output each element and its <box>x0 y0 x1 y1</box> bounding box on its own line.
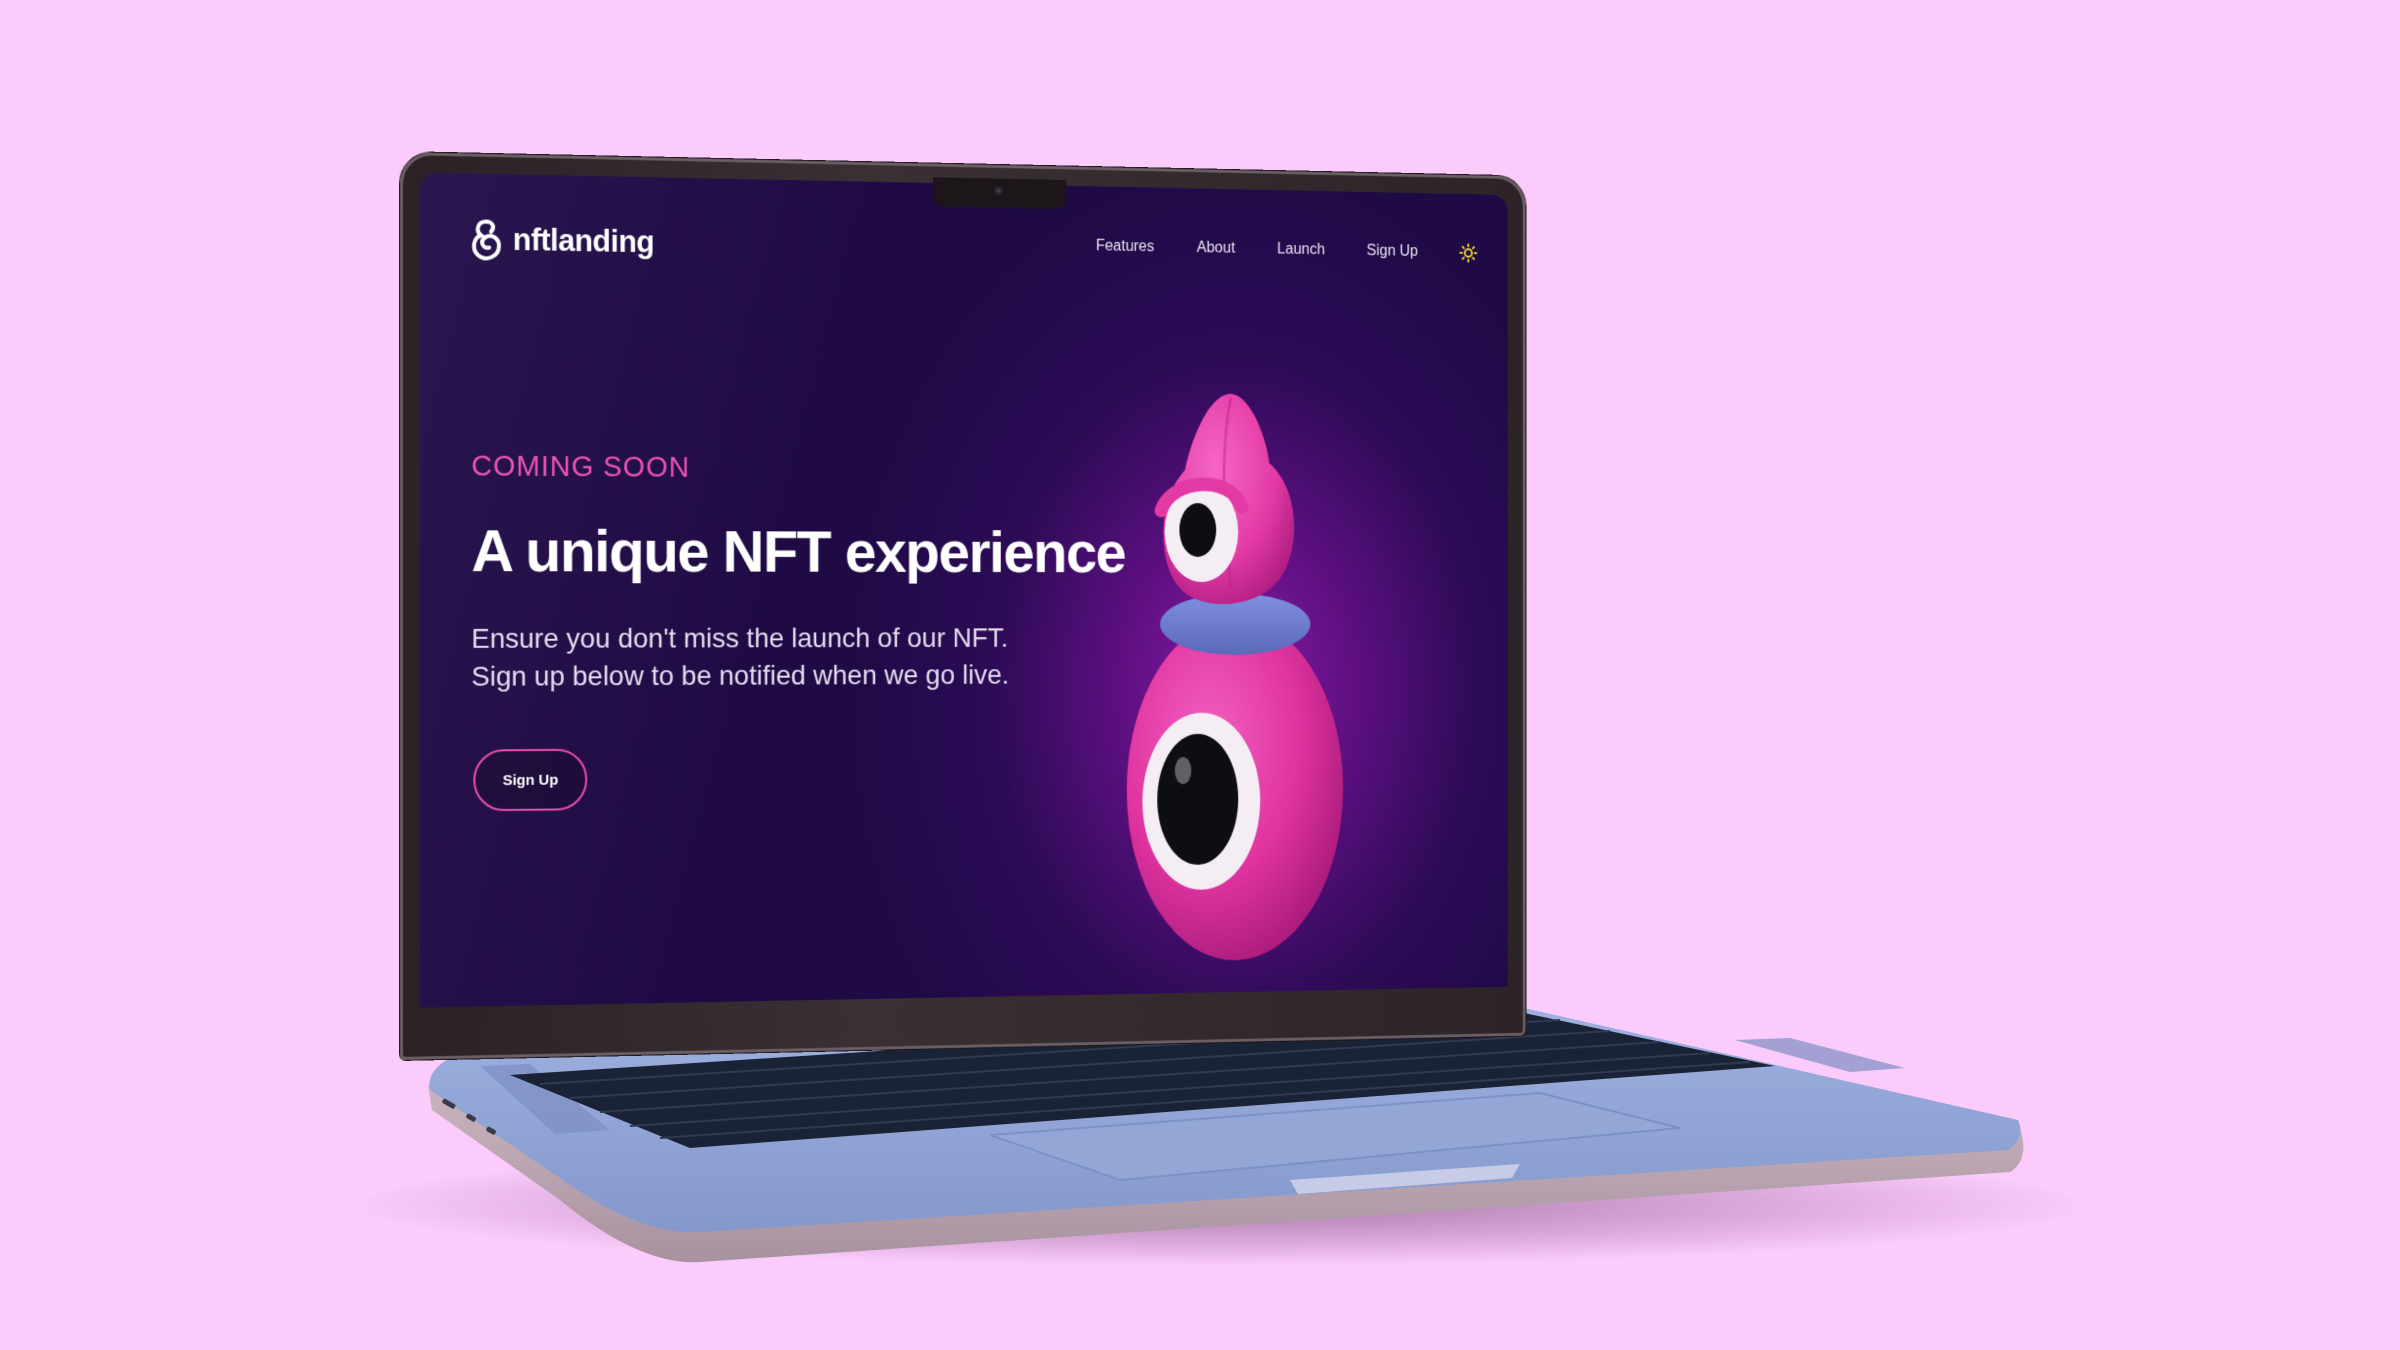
right-speaker-grill <box>1735 1038 1905 1072</box>
character-large-pupil <box>1157 734 1238 866</box>
spiral-logo-icon <box>469 217 503 261</box>
hero-description: Ensure you don't miss the launch of our … <box>471 620 1029 696</box>
mockup-scene: nftlanding Features About Launch Sign Up <box>0 0 2400 1350</box>
sign-up-button[interactable]: Sign Up <box>473 749 587 812</box>
nav-item-about[interactable]: About <box>1197 240 1235 258</box>
nav-item-launch[interactable]: Launch <box>1277 241 1325 259</box>
laptop-shadow <box>360 1145 2080 1265</box>
laptop-lid: nftlanding Features About Launch Sign Up <box>400 152 1525 1060</box>
nav-item-features[interactable]: Features <box>1096 238 1155 256</box>
coming-soon-label: COMING SOON <box>471 451 690 485</box>
usb-port <box>442 1098 457 1109</box>
left-speaker-grill <box>480 1064 610 1134</box>
hero-title: A unique NFT experience <box>471 516 1125 585</box>
camera-icon <box>994 186 1002 195</box>
usb-port <box>486 1126 497 1135</box>
brand-logo[interactable]: nftlanding <box>469 217 654 264</box>
nav-item-sign-up[interactable]: Sign Up <box>1367 243 1418 261</box>
camera-notch <box>933 177 1066 209</box>
brand-name: nftlanding <box>513 222 654 260</box>
sun-icon[interactable] <box>1459 243 1477 262</box>
nft-character-illustration <box>1083 384 1395 964</box>
usb-port <box>466 1113 477 1122</box>
character-small-pupil <box>1179 503 1216 557</box>
nav-links: Features About Launch Sign Up <box>1053 236 1477 263</box>
website-screen: nftlanding Features About Launch Sign Up <box>420 172 1508 1007</box>
